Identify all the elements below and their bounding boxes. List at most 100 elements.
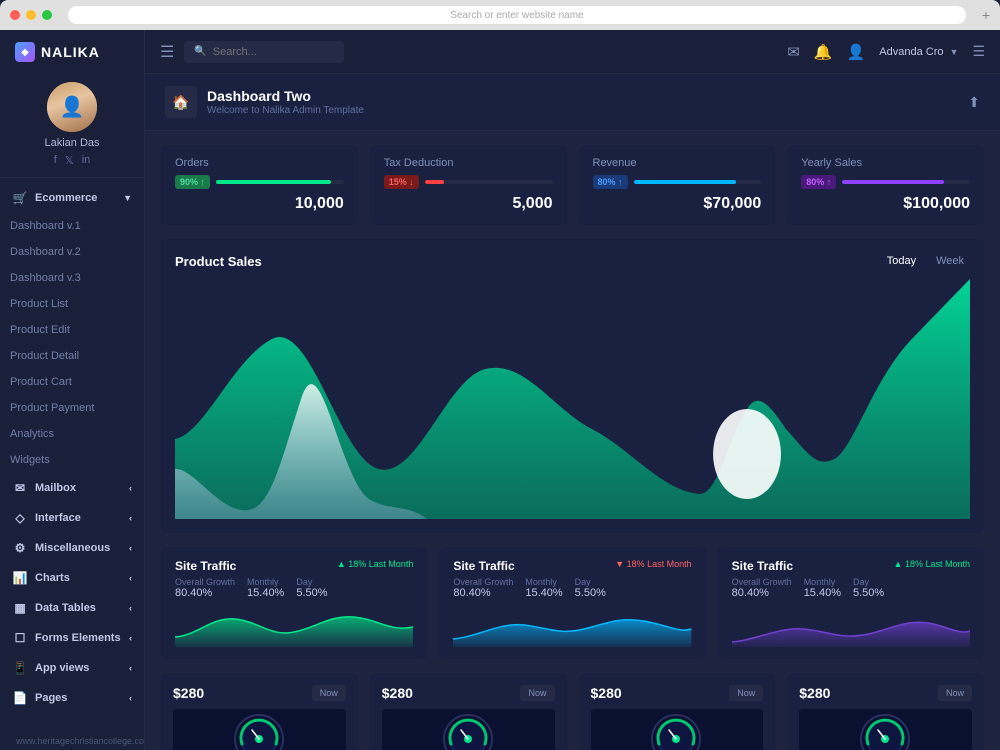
stat-tax-value: 5,000 xyxy=(384,195,553,213)
sidebar-item-widgets[interactable]: Widgets xyxy=(0,447,144,473)
traffic-stat-value-monthly-3: 15.40% xyxy=(804,587,841,599)
maximize-dot[interactable] xyxy=(42,10,52,20)
page-header-left: 🏠 Dashboard Two Welcome to Nalika Admin … xyxy=(165,86,364,118)
sidebar-item-analytics[interactable]: Analytics xyxy=(0,421,144,447)
nav-label-product-detail: Product Detail xyxy=(10,350,79,362)
stat-tax-bar-row: 15% ↓ xyxy=(384,175,553,189)
traffic-stats-1: Overall Growth 80.40% Monthly 15.40% Day… xyxy=(175,577,413,599)
sidebar-item-data-tables[interactable]: ▦ Data Tables ‹ xyxy=(0,593,144,623)
sidebar-item-misc[interactable]: ⚙ Miscellaneous ‹ xyxy=(0,533,144,563)
traffic-stat-label-monthly-2: Monthly xyxy=(525,577,562,587)
nav-label-charts: Charts xyxy=(35,572,70,584)
stat-orders-bar-row: 90% ↑ xyxy=(175,175,344,189)
product-btn-4[interactable]: Now xyxy=(938,685,972,701)
sidebar-item-charts[interactable]: 📊 Charts ‹ xyxy=(0,563,144,593)
nav-label-misc: Miscellaneous xyxy=(35,542,110,554)
chevron-right-icon: ‹ xyxy=(129,483,132,493)
linkedin-icon[interactable]: in xyxy=(82,154,91,167)
sidebar-item-product-edit[interactable]: Product Edit xyxy=(0,317,144,343)
stat-tax-badge: 15% ↓ xyxy=(384,175,419,189)
sidebar-item-app-views[interactable]: 📱 App views ‹ xyxy=(0,653,144,683)
chart-tab-today[interactable]: Today xyxy=(881,253,922,269)
stat-yearly-value: $100,000 xyxy=(801,195,970,213)
product-card-2: $280 Now xyxy=(370,673,567,750)
sidebar-item-product-list[interactable]: Product List xyxy=(0,291,144,317)
close-dot[interactable] xyxy=(10,10,20,20)
new-tab-button[interactable]: + xyxy=(982,7,990,23)
menu-icon[interactable]: ☰ xyxy=(160,42,174,62)
page-title: Dashboard Two xyxy=(207,88,364,104)
stat-revenue-value: $70,000 xyxy=(593,195,762,213)
twitter-icon[interactable]: 𝕏 xyxy=(65,154,74,167)
gauge-svg-4 xyxy=(858,712,913,750)
stat-tax-label: Tax Deduction xyxy=(384,157,553,169)
product-sales-chart: Product Sales Today Week xyxy=(161,239,984,533)
browser-chrome: Search or enter website name + xyxy=(0,0,1000,30)
product-image-2 xyxy=(382,709,555,750)
stat-revenue-bar-row: 80% ↑ xyxy=(593,175,762,189)
product-card-3: $280 Now xyxy=(579,673,776,750)
stat-revenue-label: Revenue xyxy=(593,157,762,169)
chevron-right-icon-2: ‹ xyxy=(129,513,132,523)
sidebar-item-pages[interactable]: 📄 Pages ‹ xyxy=(0,683,144,713)
sidebar-item-ecommerce[interactable]: 🛒 Ecommerce ▼ xyxy=(0,183,144,213)
stat-yearly-badge: 80% ↑ xyxy=(801,175,836,189)
sidebar-item-product-payment[interactable]: Product Payment xyxy=(0,395,144,421)
topbar-menu-icon[interactable]: ☰ xyxy=(972,43,985,60)
chevron-down-icon: ▼ xyxy=(123,193,132,203)
product-card-4: $280 Now xyxy=(787,673,984,750)
chevron-right-icon-3: ‹ xyxy=(129,543,132,553)
stat-yearly: Yearly Sales 80% ↑ $100,000 xyxy=(787,145,984,225)
stat-orders-bar-bg xyxy=(216,180,344,184)
traffic-stat-day-2: Day 5.50% xyxy=(575,577,606,599)
sidebar-item-dashboard-v2[interactable]: Dashboard v.2 xyxy=(0,239,144,265)
nav-label-product-payment: Product Payment xyxy=(10,402,94,414)
traffic-title-3: Site Traffic xyxy=(732,559,793,573)
search-input[interactable] xyxy=(213,46,333,58)
search-bar[interactable]: 🔍 xyxy=(184,41,344,63)
sidebar-item-product-detail[interactable]: Product Detail xyxy=(0,343,144,369)
facebook-icon[interactable]: f xyxy=(54,154,57,167)
traffic-stat-value-overall-2: 80.40% xyxy=(453,587,513,599)
product-btn-1[interactable]: Now xyxy=(312,685,346,701)
traffic-stat-label-day-1: Day xyxy=(296,577,327,587)
chart-tab-week[interactable]: Week xyxy=(930,253,970,269)
product-btn-2[interactable]: Now xyxy=(520,685,554,701)
traffic-stat-value-overall-1: 80.40% xyxy=(175,587,235,599)
traffic-stat-overall-2: Overall Growth 80.40% xyxy=(453,577,513,599)
stat-yearly-bar-bg xyxy=(842,180,970,184)
misc-icon: ⚙ xyxy=(12,540,28,556)
minimize-dot[interactable] xyxy=(26,10,36,20)
forms-icon: ☐ xyxy=(12,630,28,646)
traffic-stat-label-overall-3: Overall Growth xyxy=(732,577,792,587)
sidebar-item-interface[interactable]: ◇ Interface ‹ xyxy=(0,503,144,533)
sidebar-item-product-cart[interactable]: Product Cart xyxy=(0,369,144,395)
sidebar-item-dashboard-v3[interactable]: Dashboard v.3 xyxy=(0,265,144,291)
traffic-stat-label-day-3: Day xyxy=(853,577,884,587)
product-btn-3[interactable]: Now xyxy=(729,685,763,701)
user-profile: Lakian Das f 𝕏 in xyxy=(0,74,144,178)
chart-header: Product Sales Today Week xyxy=(175,253,970,269)
product-card-4-header: $280 Now xyxy=(799,685,972,701)
share-icon[interactable]: ⬆ xyxy=(968,94,980,111)
stat-revenue-bar-bg xyxy=(634,180,762,184)
profile-social-links: f 𝕏 in xyxy=(54,154,91,167)
user-menu[interactable]: Advanda Cro ▼ xyxy=(879,46,958,58)
product-price-3: $280 xyxy=(591,685,622,701)
page-subtitle: Welcome to Nalika Admin Template xyxy=(207,105,364,116)
chevron-right-icon-7: ‹ xyxy=(129,663,132,673)
chart-title: Product Sales xyxy=(175,254,262,269)
address-bar[interactable]: Search or enter website name xyxy=(68,6,966,24)
bell-icon[interactable]: 🔔 xyxy=(814,43,833,61)
sidebar-item-forms[interactable]: ☐ Forms Elements ‹ xyxy=(0,623,144,653)
traffic-stat-monthly-3: Monthly 15.40% xyxy=(804,577,841,599)
sidebar-item-mailbox[interactable]: ✉ Mailbox ‹ xyxy=(0,473,144,503)
user-icon[interactable]: 👤 xyxy=(847,43,866,61)
avatar xyxy=(47,82,97,132)
app-views-icon: 📱 xyxy=(12,660,28,676)
product-card-3-header: $280 Now xyxy=(591,685,764,701)
mail-icon[interactable]: ✉ xyxy=(787,43,800,61)
traffic-card-2: Site Traffic ▼ 18% Last Month Overall Gr… xyxy=(439,547,705,659)
page-title-block: Dashboard Two Welcome to Nalika Admin Te… xyxy=(207,88,364,116)
sidebar-item-dashboard-v1[interactable]: Dashboard v.1 xyxy=(0,213,144,239)
